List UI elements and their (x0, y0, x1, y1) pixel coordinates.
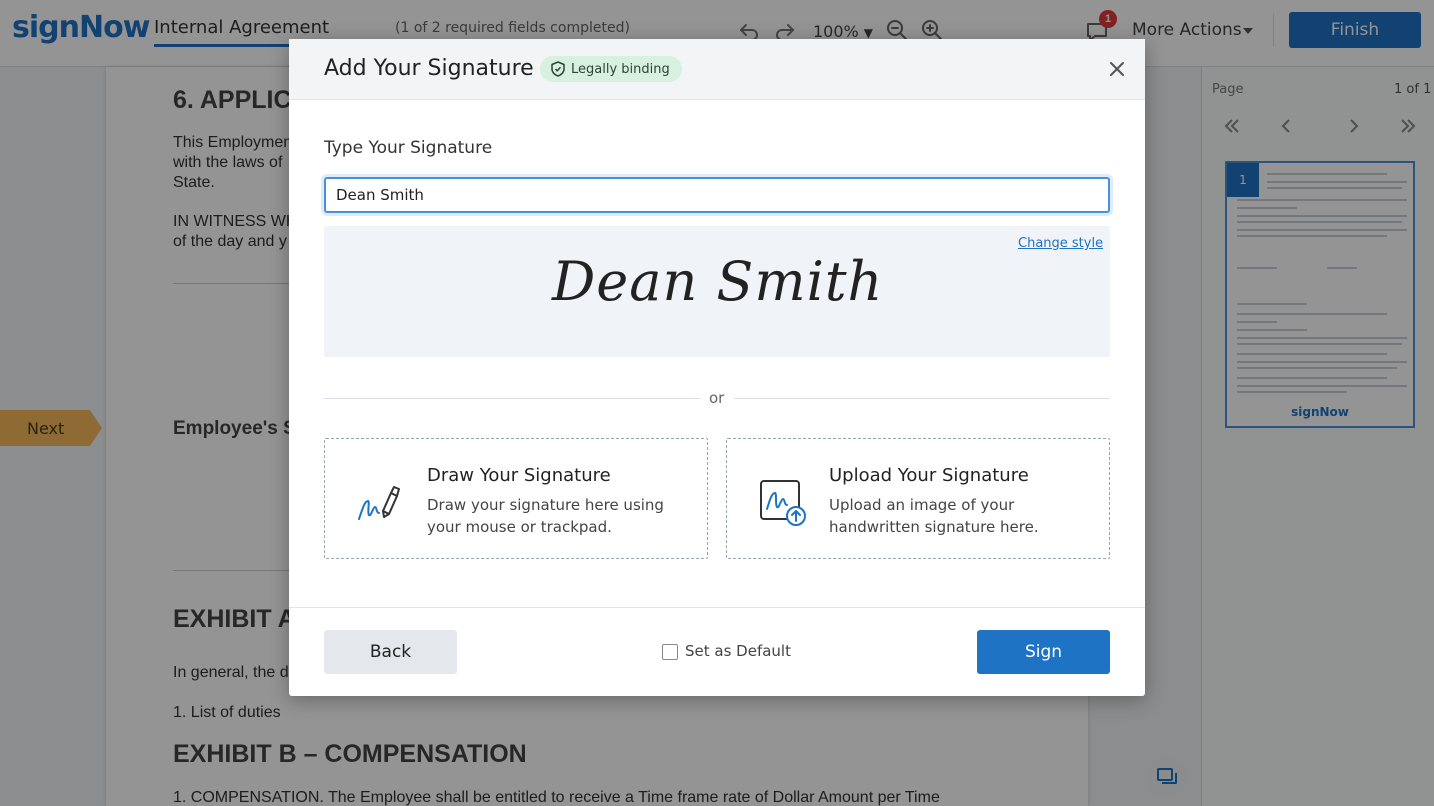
dialog-header: Add Your Signature Legally binding (289, 39, 1145, 100)
dialog-title: Add Your Signature (324, 56, 534, 81)
or-separator: or (709, 389, 725, 407)
upload-signature-title: Upload Your Signature (829, 465, 1029, 486)
type-signature-label: Type Your Signature (324, 138, 493, 158)
or-divider-right (734, 398, 1110, 399)
sign-button[interactable]: Sign (977, 630, 1110, 674)
legally-binding-badge: Legally binding (540, 56, 682, 82)
signature-preview-text: Dean Smith (552, 250, 884, 313)
draw-signature-option[interactable]: Draw Your Signature Draw your signature … (324, 438, 708, 559)
signature-preview: Change style Dean Smith (324, 226, 1110, 357)
signature-name-input[interactable] (324, 177, 1110, 213)
dialog-footer: Back Set as Default Sign (289, 607, 1145, 696)
draw-signature-title: Draw Your Signature (427, 465, 611, 486)
close-icon[interactable] (1106, 58, 1128, 80)
shield-check-icon (551, 61, 565, 77)
set-as-default-label[interactable]: Set as Default (685, 642, 791, 660)
legally-binding-label: Legally binding (571, 61, 670, 77)
change-style-link[interactable]: Change style (1018, 236, 1103, 251)
back-button[interactable]: Back (324, 630, 457, 674)
upload-signature-description: Upload an image of your handwritten sign… (829, 496, 1039, 536)
or-divider-left (324, 398, 700, 399)
draw-signature-description: Draw your signature here using your mous… (427, 496, 664, 536)
add-signature-dialog: Add Your Signature Legally binding Type … (289, 39, 1145, 696)
set-as-default-checkbox[interactable] (662, 644, 678, 660)
upload-signature-icon (760, 480, 806, 526)
upload-signature-option[interactable]: Upload Your Signature Upload an image of… (726, 438, 1110, 559)
pen-signature-icon (358, 486, 400, 520)
